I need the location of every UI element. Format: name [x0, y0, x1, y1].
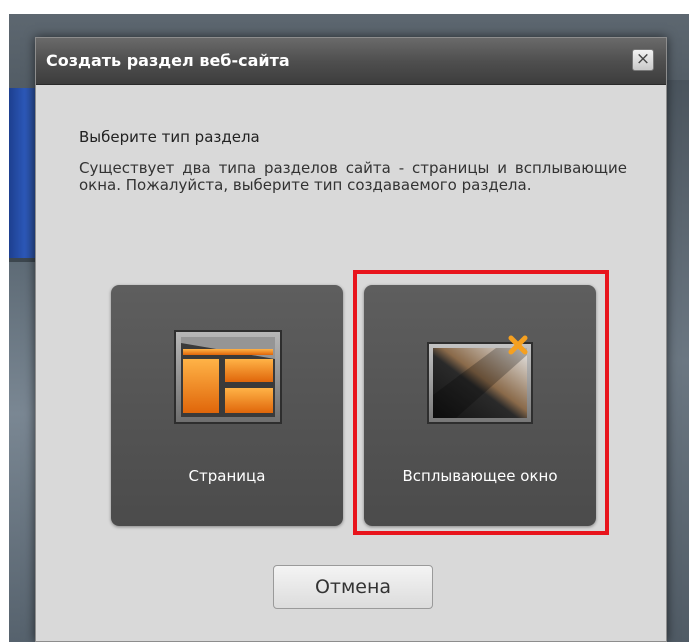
selection-highlight: [353, 270, 609, 535]
background-blue-strip: [9, 88, 35, 258]
cancel-button[interactable]: Отмена: [273, 565, 433, 609]
page-option-label: Страница: [188, 467, 266, 485]
close-button[interactable]: ×: [632, 49, 654, 71]
page-option-button[interactable]: Страница: [111, 285, 343, 526]
background-right-edge: [665, 80, 689, 642]
section-type-heading: Выберите тип раздела: [79, 128, 260, 146]
dialog-titlebar: Создать раздел веб-сайта ×: [36, 38, 666, 85]
dialog-title: Создать раздел веб-сайта: [46, 51, 290, 70]
background-strip: [9, 262, 35, 642]
close-icon: ×: [635, 49, 651, 69]
page-layout-icon: [174, 330, 282, 424]
create-section-dialog: Создать раздел веб-сайта × Выберите тип …: [35, 37, 667, 642]
section-type-description: Существует два типа разделов сайта - стр…: [79, 159, 627, 194]
